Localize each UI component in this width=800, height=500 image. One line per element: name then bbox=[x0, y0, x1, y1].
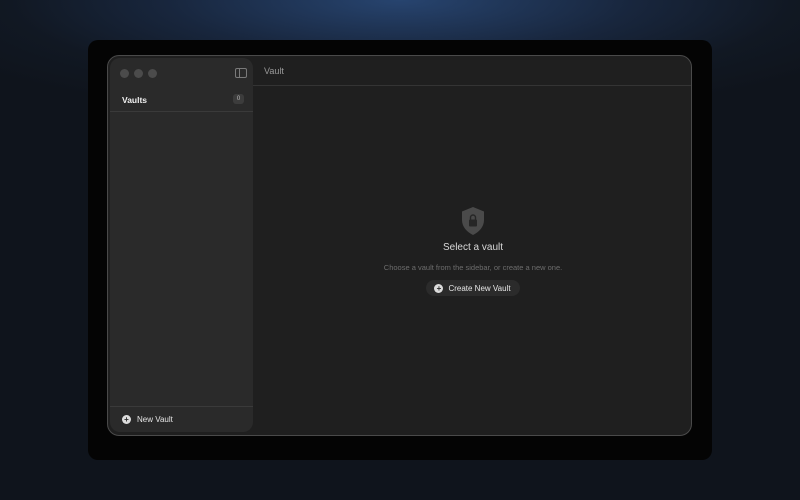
plus-circle-icon: + bbox=[434, 283, 444, 293]
vaults-title: Vaults bbox=[122, 95, 148, 105]
main-header: Vault bbox=[253, 56, 691, 86]
sidebar-toggle-icon[interactable] bbox=[235, 68, 247, 78]
page-title: Vault bbox=[264, 66, 284, 76]
vaults-section-header: Vaults 0 bbox=[110, 88, 253, 112]
app-window: Vaults 0 + New Vault Vault Select a vaul… bbox=[107, 55, 692, 436]
create-new-vault-label: Create New Vault bbox=[448, 283, 511, 293]
window-controls bbox=[120, 69, 157, 78]
vaults-count-badge: 0 bbox=[233, 94, 244, 104]
new-vault-button[interactable]: + New Vault bbox=[122, 415, 173, 424]
empty-state-title: Select a vault bbox=[442, 242, 504, 253]
minimize-window-button[interactable] bbox=[134, 69, 143, 78]
plus-circle-icon: + bbox=[122, 415, 131, 424]
create-new-vault-button[interactable]: + Create New Vault bbox=[426, 280, 520, 296]
close-window-button[interactable] bbox=[120, 69, 129, 78]
sidebar: Vaults 0 + New Vault bbox=[110, 58, 253, 432]
new-vault-label: New Vault bbox=[137, 415, 173, 424]
empty-state: Select a vault Choose a vault from the s… bbox=[253, 206, 691, 296]
sidebar-footer: + New Vault bbox=[110, 406, 253, 432]
shield-lock-icon bbox=[461, 206, 485, 236]
zoom-window-button[interactable] bbox=[148, 69, 157, 78]
empty-state-subtitle: Choose a vault from the sidebar, or crea… bbox=[383, 263, 563, 272]
